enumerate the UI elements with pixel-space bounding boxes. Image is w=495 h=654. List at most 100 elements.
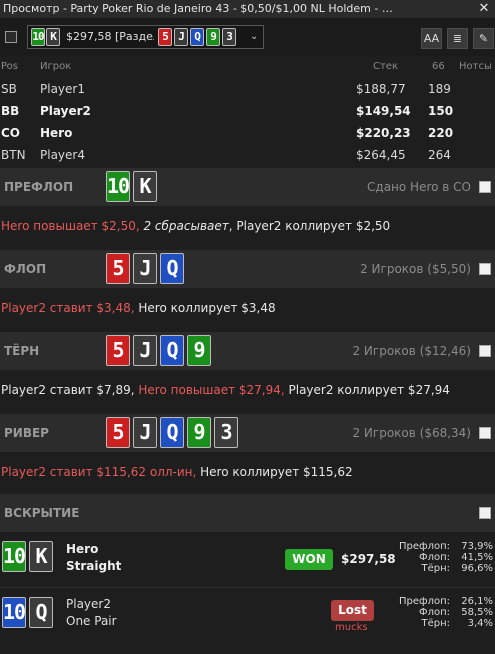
- street-info: Сдано Hero в CO: [367, 180, 471, 194]
- card-jack-spades: J: [133, 335, 157, 366]
- card-jack-spades: J: [133, 417, 157, 448]
- player-position: CO: [1, 126, 21, 140]
- card-queen-diamonds: Q: [160, 417, 184, 448]
- hand-selector-dropdown[interactable]: 10 K $297,58 [Раздел 5 J Q 9 3 ⌄: [27, 25, 264, 49]
- equity-label: Флоп:: [418, 607, 450, 618]
- window-title: Просмотр - Party Poker Rio de Janeiro 43…: [3, 2, 398, 15]
- player-stack: $149,54: [356, 104, 411, 118]
- preflop-actions: Hero повышает $2,50, 2 сбрасывает, Playe…: [1, 206, 390, 246]
- player-stack: $188,77: [356, 82, 406, 96]
- street-info: 2 Игроков ($68,34): [352, 426, 471, 440]
- showdown-player: Hero Straight: [66, 541, 121, 575]
- edit-pencil-button[interactable]: ✎: [473, 28, 494, 49]
- player-row[interactable]: BB Player2 $149,54 150: [0, 100, 495, 122]
- select-all-checkbox[interactable]: [5, 31, 17, 43]
- toolbar: 10 K $297,58 [Раздел 5 J Q 9 3 ⌄ AA ≣ ✎: [0, 18, 495, 56]
- player-stack: $220,23: [356, 126, 411, 140]
- equity-label: Тёрн:: [421, 618, 450, 629]
- divider: [0, 587, 495, 588]
- font-size-button[interactable]: AA: [421, 28, 442, 49]
- card-jack-spades: J: [133, 253, 157, 284]
- street-name: РИВЕР: [4, 426, 49, 440]
- column-header-player: Игрок: [40, 61, 72, 72]
- hero-action: Hero коллирует $115,62: [196, 465, 353, 479]
- player-hands-count: 264: [428, 148, 451, 162]
- street-name: ТЁРН: [4, 344, 40, 358]
- street-name: ПРЕФЛОП: [4, 180, 74, 194]
- player-position: SB: [1, 82, 17, 96]
- equity-label: Префлоп:: [399, 596, 450, 607]
- card-king-spades: K: [29, 541, 53, 572]
- equity-label: Флоп:: [418, 552, 450, 563]
- card-queen-spades: Q: [29, 597, 53, 628]
- equity-value: 58,5%: [461, 607, 493, 618]
- player-action: , Player2 коллирует $2,50: [228, 219, 391, 233]
- player-name: Player4: [40, 148, 85, 162]
- chevron-down-icon[interactable]: ⌄: [250, 26, 258, 48]
- street-checkbox[interactable]: [479, 263, 491, 275]
- equity-label: Префлоп:: [399, 541, 450, 552]
- card-five-hearts: 5: [106, 417, 130, 448]
- player-row[interactable]: SB Player1 $188,77 189: [0, 78, 495, 100]
- street-header-preflop: ПРЕФЛОП 10 K Сдано Hero в CO: [0, 168, 495, 206]
- fold-summary: 2 сбрасывает: [143, 219, 229, 233]
- street-header-river: РИВЕР 5 J Q 9 3 2 Игроков ($68,34): [0, 414, 495, 452]
- player-name: Hero: [66, 542, 99, 556]
- street-header-showdown: ВСКРЫТИЕ: [0, 494, 495, 532]
- player-position: BB: [1, 104, 20, 118]
- street-checkbox[interactable]: [479, 345, 491, 357]
- showdown-player: Player2 One Pair: [66, 596, 117, 630]
- board-card-jack-spades: J: [174, 28, 188, 46]
- player-name: Hero: [40, 126, 73, 140]
- player-hands-count: 220: [428, 126, 454, 140]
- street-name: ВСКРЫТИЕ: [4, 506, 80, 520]
- player-action: Player2 ставит $115,62 олл-ин,: [1, 465, 197, 479]
- equity-value: 73,9%: [461, 541, 493, 552]
- equity-label: Тёрн:: [421, 563, 450, 574]
- flop-actions: Player2 ставит $3,48, Hero коллирует $3,…: [1, 288, 276, 328]
- board-card-three-spades: 3: [222, 28, 236, 46]
- card-king-spades: K: [46, 28, 60, 46]
- player-hands-count: 189: [428, 82, 451, 96]
- close-icon[interactable]: ✕: [477, 0, 491, 18]
- card-queen-diamonds: Q: [160, 335, 184, 366]
- player-row[interactable]: CO Hero $220,23 220: [0, 122, 495, 144]
- card-five-hearts: 5: [106, 335, 130, 366]
- card-queen-diamonds: Q: [160, 253, 184, 284]
- card-ten-diamonds: 10: [2, 597, 26, 628]
- player-action: Player2 ставит $7,89,: [1, 383, 135, 397]
- player-stack: $264,45: [356, 148, 406, 162]
- column-header-pos: Pos: [1, 61, 19, 72]
- turn-actions: Player2 ставит $7,89, Hero повышает $27,…: [1, 370, 450, 410]
- hand-summary-text: $297,58 [Раздел: [66, 30, 154, 43]
- board-card-queen-diamonds: Q: [190, 28, 204, 46]
- card-nine-clubs: 9: [187, 335, 211, 366]
- street-header-turn: ТЁРН 5 J Q 9 2 Игроков ($12,46): [0, 332, 495, 370]
- card-ten-clubs: 10: [106, 171, 130, 202]
- river-actions: Player2 ставит $115,62 олл-ин, Hero колл…: [1, 452, 353, 492]
- street-checkbox[interactable]: [479, 181, 491, 193]
- player-hands-count: 150: [428, 104, 454, 118]
- card-five-hearts: 5: [106, 253, 130, 284]
- player-name: Player1: [40, 82, 85, 96]
- street-checkbox[interactable]: [479, 507, 491, 519]
- equity-value: 26,1%: [461, 596, 493, 607]
- player-row[interactable]: BTN Player4 $264,45 264: [0, 144, 495, 166]
- street-info: 2 Игроков ($12,46): [352, 344, 471, 358]
- window-titlebar: Просмотр - Party Poker Rio de Janeiro 43…: [0, 0, 495, 18]
- card-ten-clubs: 10: [2, 541, 26, 572]
- column-header-hands: 66: [432, 61, 445, 72]
- equity-value: 96,6%: [461, 563, 493, 574]
- hero-action: Hero повышает $27,94,: [134, 383, 285, 397]
- lost-badge: Lost: [331, 600, 374, 621]
- list-view-button[interactable]: ≣: [447, 28, 468, 49]
- won-badge: WON: [285, 549, 333, 570]
- showdown-row-hero: 10 K Hero Straight WON $297,58 Префлоп: 7…: [0, 535, 495, 585]
- street-checkbox[interactable]: [479, 427, 491, 439]
- card-ten-clubs: 10: [31, 28, 45, 46]
- equity-value: 41,5%: [461, 552, 493, 563]
- player-name: Player2: [66, 597, 111, 611]
- hero-action: Hero коллирует $3,48: [134, 301, 276, 315]
- column-header-notes: Нотсы: [459, 61, 492, 72]
- equity-stats: Префлоп: 26,1% Флоп: 58,5% Тёрн: 3,4%: [385, 596, 493, 629]
